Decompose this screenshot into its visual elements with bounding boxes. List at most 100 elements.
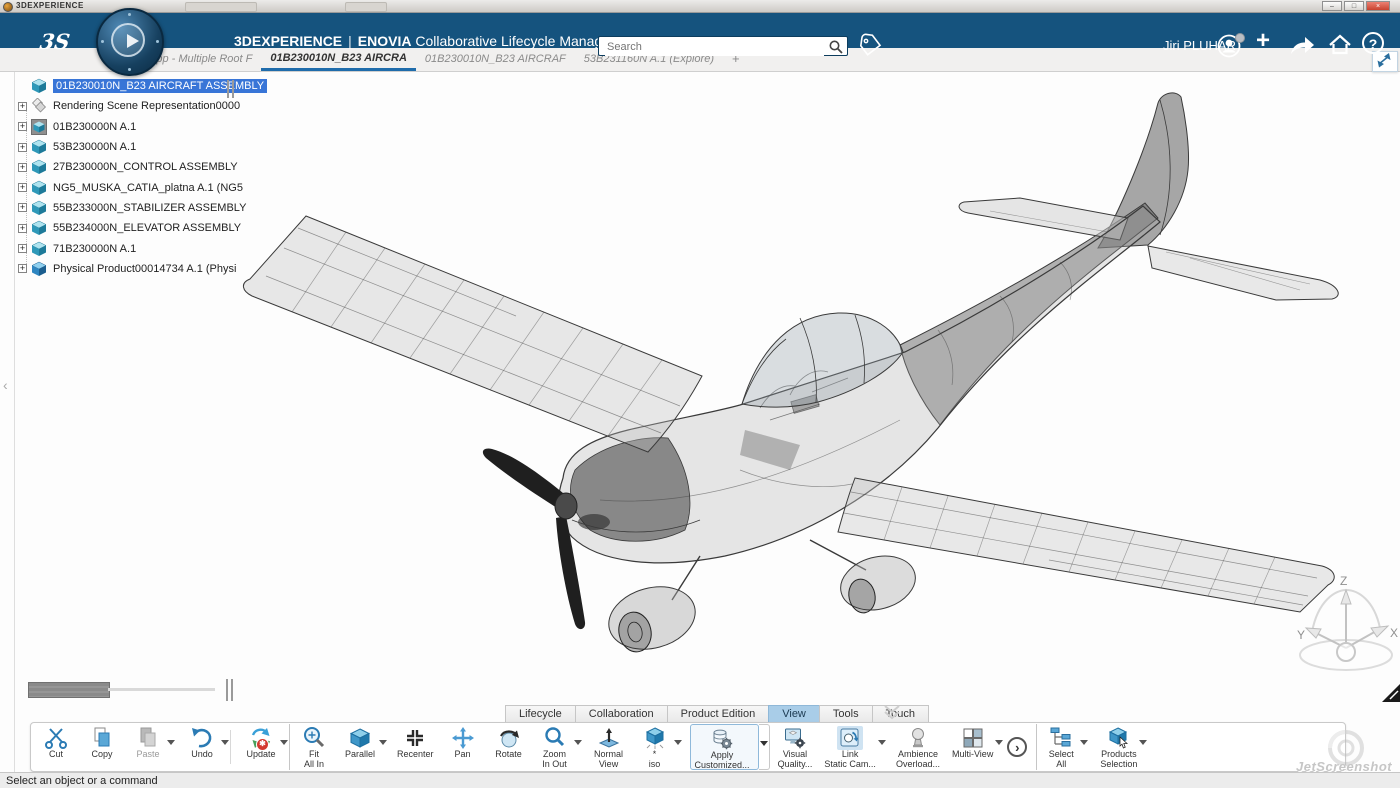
tree-expander[interactable]: + (18, 203, 27, 212)
tree-row[interactable]: + 55B234000N_ELEVATOR ASSEMBLY (18, 218, 267, 238)
tab-tools[interactable]: Tools (819, 705, 873, 722)
parallel-dropdown-caret[interactable] (379, 740, 387, 745)
tab-lifecycle[interactable]: Lifecycle (505, 705, 576, 722)
tree-expander[interactable]: + (18, 264, 27, 273)
rotate-button[interactable]: Rotate (488, 724, 534, 770)
iso-dropdown-caret[interactable] (674, 740, 682, 745)
tree-row[interactable]: + Rendering Scene Representation0000 (18, 96, 267, 116)
tree-item-label[interactable]: Rendering Scene Representation0000 (53, 100, 240, 112)
tree-expander[interactable]: + (18, 122, 27, 131)
window-titlebar: 3DEXPERIENCE – □ × (0, 0, 1400, 13)
select-all-dropdown-caret[interactable] (1080, 740, 1088, 745)
horizontal-scrollbar-thumb[interactable] (28, 682, 110, 698)
title-separator: | (348, 33, 352, 49)
update-dropdown-caret[interactable] (280, 740, 288, 745)
horizontal-scrollbar-track[interactable] (108, 688, 215, 691)
tab-product-edition[interactable]: Product Edition (667, 705, 770, 722)
multi-view-button[interactable]: Multi-View (948, 724, 1001, 770)
update-button[interactable]: ✱ Update (240, 724, 286, 770)
tree-row[interactable]: + 27B230000N_CONTROL ASSEMBLY (18, 157, 267, 177)
tree-splitter[interactable] (227, 80, 229, 98)
apply-customized-view-button[interactable]: Apply Customized... (690, 724, 759, 770)
products-selection-button[interactable]: Products Selection (1096, 724, 1145, 770)
tree-row[interactable]: + Physical Product00014734 A.1 (Physi (18, 259, 267, 279)
tree-splitter[interactable] (232, 80, 234, 98)
tree-item-label[interactable]: 71B230000N A.1 (53, 243, 136, 255)
paste-button[interactable]: Paste (127, 724, 173, 770)
search-box[interactable] (598, 36, 848, 56)
iso-view-button[interactable]: * iso (634, 724, 680, 770)
tree-expander[interactable]: + (18, 163, 27, 172)
visual-quality-button[interactable]: Visual Quality... (774, 724, 821, 770)
normal-view-button[interactable]: Normal View (588, 724, 634, 770)
tree-item-label[interactable]: NG5_MUSKA_CATIA_platna A.1 (NG5 (53, 182, 243, 194)
resize-grip-icon[interactable] (1382, 684, 1400, 702)
update-alert-badge: ✱ (256, 738, 269, 751)
maximize-button[interactable]: □ (1344, 1, 1364, 11)
paste-dropdown-caret[interactable] (167, 740, 175, 745)
tree-item-label[interactable]: 27B230000N_CONTROL ASSEMBLY (53, 161, 238, 173)
search-input[interactable] (605, 38, 824, 56)
tag-icon[interactable] (858, 33, 882, 59)
tree-expander[interactable]: + (18, 183, 27, 192)
more-commands-button[interactable]: › (1007, 737, 1027, 757)
apply-customized-split[interactable] (759, 724, 770, 770)
user-avatar-icon[interactable] (1216, 32, 1246, 60)
parallel-button[interactable]: Parallel (339, 724, 385, 770)
tab-collaboration[interactable]: Collaboration (575, 705, 668, 722)
expand-arrows-icon (1373, 52, 1395, 69)
minimize-button[interactable]: – (1322, 1, 1342, 11)
home-icon[interactable] (1327, 33, 1353, 57)
help-icon[interactable]: ? (1362, 32, 1384, 54)
pan-button[interactable]: Pan (442, 724, 488, 770)
products-selection-dropdown-caret[interactable] (1139, 740, 1147, 745)
expand-viewport-button[interactable] (1372, 51, 1398, 72)
tree-row[interactable]: + 71B230000N A.1 (18, 238, 267, 258)
link-static-camera-button[interactable]: Link Static Cam... (820, 724, 884, 770)
tree-item-label[interactable]: 55B233000N_STABILIZER ASSEMBLY (53, 202, 246, 214)
tree-row[interactable]: + NG5_MUSKA_CATIA_platna A.1 (NG5 (18, 177, 267, 197)
link-camera-dropdown-caret[interactable] (878, 740, 886, 745)
undo-button[interactable]: Undo (181, 724, 227, 770)
undo-dropdown-caret[interactable] (221, 740, 229, 745)
tab-view[interactable]: View (768, 705, 820, 722)
tree-expander[interactable]: + (18, 244, 27, 253)
tree-row[interactable]: + 01B230000N A.1 (18, 117, 267, 137)
bottom-splitter[interactable] (226, 679, 228, 701)
share-icon[interactable] (1288, 33, 1316, 57)
tree-item-label[interactable]: 01B230010N_B23 AIRCRAFT ASSEMBLY (53, 79, 267, 93)
tree-expander[interactable]: + (18, 224, 27, 233)
tree-item-label[interactable]: 55B234000N_ELEVATOR ASSEMBLY (53, 222, 241, 234)
add-content-icon[interactable]: + (1256, 29, 1270, 53)
tree-expander[interactable]: + (18, 143, 27, 152)
tree-row[interactable]: + 53B230000N A.1 (18, 137, 267, 157)
bottom-splitter[interactable] (231, 679, 233, 701)
fit-all-in-button[interactable]: Fit All In (293, 724, 339, 770)
recenter-button[interactable]: Recenter (393, 724, 442, 770)
tree-item-label[interactable]: 53B230000N A.1 (53, 141, 136, 153)
cut-button[interactable]: Cut (35, 724, 81, 770)
ambience-lamp-icon (905, 726, 931, 750)
tab-aircraft-assembly-2[interactable]: 01B230010N_B23 AIRCRAF (416, 48, 575, 71)
multi-view-dropdown-caret[interactable] (995, 740, 1003, 745)
tree-item-label[interactable]: Physical Product00014734 A.1 (Physi (53, 263, 236, 275)
ambience-overload-button[interactable]: Ambience Overload... (892, 724, 948, 770)
left-wing[interactable] (243, 216, 702, 452)
right-wing[interactable] (838, 478, 1334, 612)
tree-item-label[interactable]: 01B230000N A.1 (53, 121, 136, 133)
compass-play-icon[interactable] (111, 23, 145, 57)
zoom-in-out-button[interactable]: Zoom In Out (534, 724, 580, 770)
tree-row[interactable]: + 55B233000N_STABILIZER ASSEMBLY (18, 198, 267, 218)
tab-aircraft-assembly-active[interactable]: 01B230010N_B23 AIRCRA (261, 48, 416, 71)
product-cube-icon (31, 159, 47, 175)
copy-button[interactable]: Copy (81, 724, 127, 770)
tree-expander[interactable]: + (18, 102, 27, 111)
zoom-dropdown-caret[interactable] (574, 740, 582, 745)
search-icon[interactable] (828, 39, 844, 55)
close-button[interactable]: × (1366, 1, 1390, 11)
undo-icon (189, 726, 215, 750)
select-all-button[interactable]: Select All (1040, 724, 1086, 770)
3dexperience-compass[interactable] (96, 8, 164, 76)
tree-root-row[interactable]: 01B230010N_B23 AIRCRAFT ASSEMBLY (18, 76, 267, 96)
collapse-actionbar-icon[interactable] (878, 703, 906, 721)
